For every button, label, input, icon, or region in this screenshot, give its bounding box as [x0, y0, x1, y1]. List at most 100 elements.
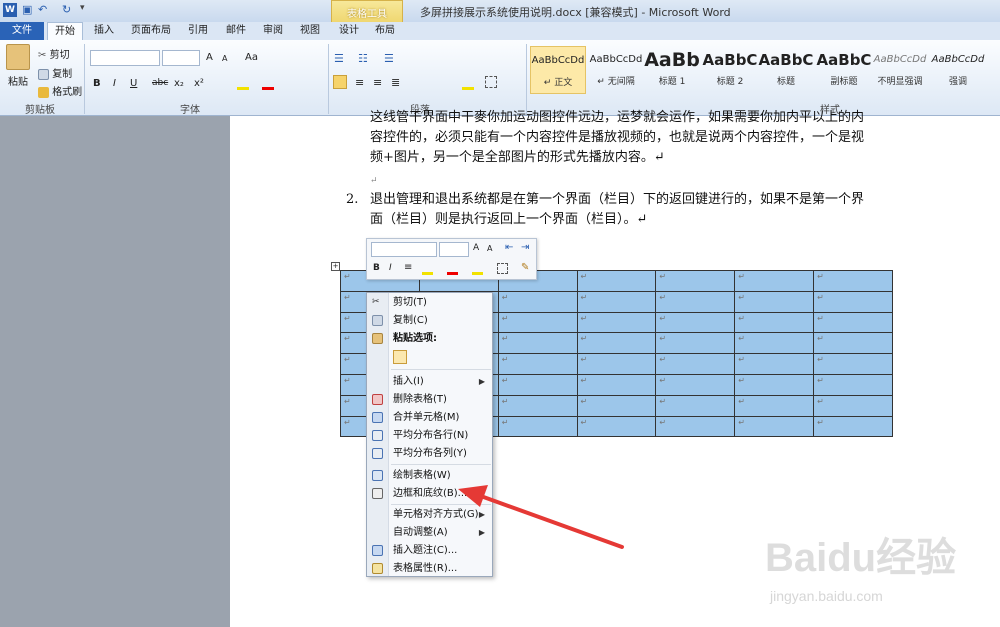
table-cell[interactable]: ↵	[813, 290, 893, 313]
mini-shading-icon[interactable]	[472, 263, 483, 275]
style-heading-2[interactable]: AaBbC 标题 2	[702, 46, 758, 94]
shading-icon[interactable]	[462, 76, 474, 90]
table-cell[interactable]: ↵	[576, 311, 657, 334]
tab-references[interactable]: 引用	[184, 22, 212, 40]
table-cell[interactable]: ↵	[813, 373, 893, 396]
table-cell[interactable]: ↵	[734, 290, 815, 313]
style-no-spacing[interactable]: AaBbCcDd ↵ 无间隔	[588, 46, 644, 94]
customize-qat-icon[interactable]: ▾	[80, 3, 85, 13]
table-cell[interactable]: ↵	[576, 394, 657, 417]
table-cell[interactable]: ↵	[497, 311, 578, 334]
table-cell[interactable]: ↵	[655, 332, 736, 355]
tab-page-layout[interactable]: 页面布局	[126, 22, 176, 40]
tab-mailings[interactable]: 邮件	[222, 22, 250, 40]
table-cell[interactable]: ↵	[734, 311, 815, 334]
mini-borders-icon[interactable]	[497, 263, 508, 274]
shrink-font-button[interactable]: A	[222, 54, 227, 63]
style-normal[interactable]: AaBbCcDd ↵ 正文	[530, 46, 586, 94]
table-cell[interactable]: ↵	[813, 311, 893, 334]
undo-icon[interactable]: ↶	[38, 3, 47, 16]
word-logo-icon[interactable]: W	[3, 3, 17, 17]
superscript-button[interactable]: x²	[194, 78, 204, 89]
borders-icon[interactable]	[485, 76, 497, 88]
tab-review[interactable]: 审阅	[259, 22, 287, 40]
tab-insert[interactable]: 插入	[90, 22, 118, 40]
table-cell[interactable]: ↵	[813, 353, 893, 375]
table-cell[interactable]: ↵	[655, 373, 736, 396]
table-cell[interactable]: ↵	[497, 332, 578, 355]
font-color-icon[interactable]	[262, 76, 274, 90]
menu-cut[interactable]: ✂ 剪切(T)	[368, 294, 491, 311]
table-cell[interactable]: ↵	[813, 270, 893, 292]
menu-table-properties[interactable]: 表格属性(R)...	[368, 560, 491, 577]
table-cell[interactable]: ↵	[655, 394, 736, 417]
bold-button[interactable]: B	[93, 78, 101, 89]
italic-button[interactable]: I	[113, 78, 116, 89]
table-cell[interactable]: ↵	[734, 353, 815, 375]
menu-copy[interactable]: 复制(C)	[368, 312, 491, 329]
mini-outdent-icon[interactable]: ⇥	[521, 242, 529, 253]
table-cell[interactable]: ↵	[734, 332, 815, 355]
mini-grow-font-icon[interactable]: A	[473, 243, 479, 253]
style-heading-1[interactable]: AaBb 标题 1	[644, 46, 700, 94]
mini-italic-icon[interactable]: I	[389, 263, 392, 273]
table-cell[interactable]: ↵	[497, 394, 578, 417]
paste-icon[interactable]	[6, 44, 30, 70]
bullets-icon[interactable]: ☰	[334, 52, 344, 65]
align-right-icon[interactable]: ≡	[373, 76, 382, 89]
paste-keep-formatting-icon[interactable]	[393, 350, 407, 364]
font-size-select[interactable]	[162, 50, 200, 66]
mini-highlight-icon[interactable]	[422, 263, 433, 275]
table-cell[interactable]: ↵	[655, 290, 736, 313]
copy-button[interactable]: 复制	[38, 65, 72, 80]
font-name-select[interactable]	[90, 50, 160, 66]
save-icon[interactable]: ▣	[22, 3, 32, 16]
table-cell[interactable]: ↵	[813, 394, 893, 417]
strikethrough-button[interactable]: abc	[152, 78, 168, 88]
table-cell[interactable]: ↵	[497, 415, 578, 438]
table-cell[interactable]: ↵	[497, 290, 578, 313]
table-cell[interactable]: ↵	[497, 353, 578, 375]
mini-font-name-select[interactable]	[371, 242, 437, 257]
redo-icon[interactable]: ↻	[62, 3, 71, 16]
table-cell[interactable]: ↵	[655, 311, 736, 334]
justify-icon[interactable]: ≣	[391, 76, 400, 89]
mini-indent-icon[interactable]: ⇤	[505, 242, 513, 253]
table-cell[interactable]: ↵	[655, 415, 736, 438]
numbering-icon[interactable]: ☷	[358, 52, 368, 65]
mini-center-icon[interactable]: ≡	[404, 262, 412, 273]
align-center-icon[interactable]: ≡	[355, 76, 364, 89]
table-cell[interactable]: ↵	[576, 270, 657, 292]
paste-button[interactable]: 粘贴	[8, 73, 28, 88]
table-cell[interactable]: ↵	[734, 394, 815, 417]
tab-file[interactable]: 文件	[0, 22, 44, 40]
grow-font-button[interactable]: A	[206, 52, 213, 63]
highlight-icon[interactable]	[237, 76, 249, 90]
cut-button[interactable]: ✂ 剪切	[38, 46, 70, 62]
table-cell[interactable]: ↵	[655, 270, 736, 292]
table-cell[interactable]: ↵	[576, 290, 657, 313]
menu-distribute-rows[interactable]: 平均分布各行(N)	[368, 427, 491, 444]
style-title[interactable]: AaBbC 标题	[758, 46, 814, 94]
table-move-handle-icon[interactable]: +	[331, 262, 340, 271]
menu-delete-table[interactable]: 删除表格(T)	[368, 391, 491, 408]
table-cell[interactable]: ↵	[576, 415, 657, 438]
tab-layout[interactable]: 布局	[371, 22, 399, 40]
tab-view[interactable]: 视图	[296, 22, 324, 40]
menu-insert[interactable]: 插入(I) ▶	[368, 373, 491, 390]
tab-design[interactable]: 设计	[335, 22, 363, 40]
table-cell[interactable]: ↵	[655, 353, 736, 375]
table-cell[interactable]: ↵	[813, 415, 893, 438]
table-cell[interactable]: ↵	[576, 373, 657, 396]
style-subtitle[interactable]: AaBbC 副标题	[816, 46, 872, 94]
table-cell[interactable]: ↵	[497, 373, 578, 396]
mini-bold-icon[interactable]: B	[373, 263, 380, 273]
table-cell[interactable]: ↵	[734, 373, 815, 396]
underline-button[interactable]: U	[130, 78, 137, 89]
change-case-button[interactable]: Aa	[245, 52, 258, 63]
table-cell[interactable]: ↵	[576, 332, 657, 355]
mini-font-color-icon[interactable]	[447, 263, 458, 275]
format-painter-button[interactable]: 格式刷	[38, 83, 82, 98]
tab-home[interactable]: 开始	[47, 22, 83, 40]
menu-merge-cells[interactable]: 合并单元格(M)	[368, 409, 491, 426]
